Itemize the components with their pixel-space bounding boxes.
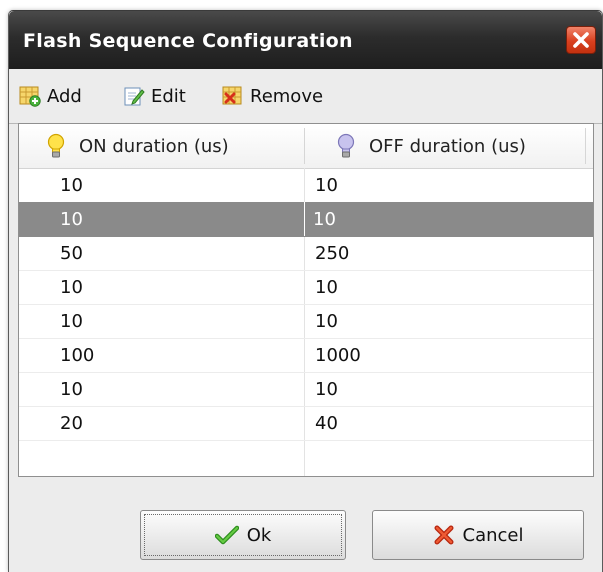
close-button[interactable]	[566, 26, 596, 54]
table-row[interactable]: 10 10	[19, 270, 593, 305]
edit-label: Edit	[151, 85, 186, 107]
column-header-on-duration[interactable]: ON duration (us)	[47, 124, 229, 168]
table-row[interactable]: 20 40	[19, 406, 593, 441]
add-button[interactable]: Add	[19, 81, 82, 111]
remove-button[interactable]: Remove	[222, 81, 323, 111]
on-duration-cell: 10	[60, 379, 83, 400]
edit-icon	[124, 87, 145, 106]
table-row[interactable]: 50 250	[19, 236, 593, 271]
ok-label: Ok	[246, 524, 272, 546]
remove-label: Remove	[250, 85, 324, 107]
off-duration-cell: 10	[315, 277, 338, 298]
edit-button[interactable]: Edit	[123, 81, 186, 111]
table-row-selected[interactable]: 10 10	[19, 202, 593, 237]
off-duration-header-label: OFF duration (us)	[369, 135, 526, 157]
remove-grid-icon	[222, 86, 242, 105]
cross-icon	[434, 525, 453, 545]
table-row[interactable]: 10 10	[19, 304, 593, 339]
off-duration-cell: 250	[315, 243, 350, 264]
off-duration-cell: 10	[313, 209, 336, 230]
table-row[interactable]: 10 10	[19, 168, 593, 203]
on-duration-cell: 100	[60, 345, 95, 366]
on-duration-cell: 10	[60, 175, 83, 196]
checkmark-icon	[214, 525, 239, 545]
off-duration-cell: 10	[315, 311, 338, 332]
flash-sequence-table[interactable]: ON duration (us) OFF duration (us) 10 10…	[18, 123, 594, 477]
table-row[interactable]: 10 10	[19, 372, 593, 407]
close-icon	[573, 32, 589, 48]
toolbar: Add Edit Remove	[9, 69, 602, 124]
on-duration-cell: 10	[60, 277, 83, 298]
lightbulb-on-icon	[47, 133, 65, 158]
column-divider[interactable]	[304, 128, 305, 164]
column-divider[interactable]	[585, 128, 586, 164]
add-label: Add	[47, 85, 82, 107]
title-bar[interactable]: Flash Sequence Configuration	[9, 11, 602, 69]
cancel-button[interactable]: Cancel	[372, 510, 584, 560]
ok-button[interactable]: Ok	[140, 510, 346, 560]
table-header: ON duration (us) OFF duration (us)	[19, 124, 593, 169]
window-title: Flash Sequence Configuration	[23, 30, 353, 52]
add-grid-icon	[19, 86, 41, 107]
dialog-window: Flash Sequence Configuration Add Edit Re…	[8, 10, 603, 572]
on-duration-cell: 10	[60, 209, 83, 230]
on-duration-header-label: ON duration (us)	[79, 135, 229, 157]
off-duration-cell: 40	[315, 413, 338, 434]
on-duration-cell: 50	[60, 243, 83, 264]
off-duration-cell: 1000	[315, 345, 361, 366]
on-duration-cell: 20	[60, 413, 83, 434]
table-row[interactable]: 100 1000	[19, 338, 593, 373]
on-duration-cell: 10	[60, 311, 83, 332]
cancel-label: Cancel	[462, 524, 524, 546]
off-duration-cell: 10	[315, 175, 338, 196]
selected-row-divider	[304, 202, 305, 236]
column-header-off-duration[interactable]: OFF duration (us)	[337, 124, 526, 168]
lightbulb-off-icon	[337, 133, 355, 158]
off-duration-cell: 10	[315, 379, 338, 400]
